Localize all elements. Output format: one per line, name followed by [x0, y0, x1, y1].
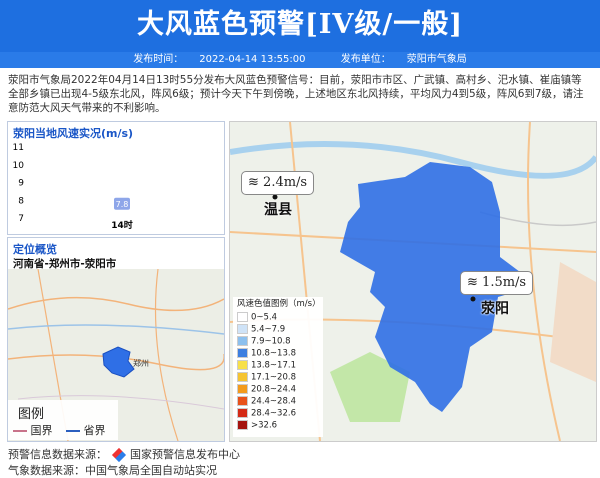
wind-legend-swatch [237, 384, 248, 394]
wind-map[interactable]: ≋ 2.4m/s 温县 ≋ 1.5m/s 荥阳 风速色值图例（m/s） 0~5.… [229, 121, 597, 442]
y-tick-label: 11 [13, 143, 24, 153]
wind-legend-range: 17.1~20.8 [251, 372, 296, 383]
wind-legend-swatch [237, 360, 248, 370]
location-panel: 定位概览 河南省-郑州市-荥阳市 郑州 图例 国界 省界 [7, 237, 225, 442]
wind-speed-chart: 11 10 9 8 7 7.8 14时 [13, 143, 133, 231]
wind-legend-item: 28.4~32.6 [237, 408, 296, 419]
city-label-xingyang: 荥阳 [481, 301, 509, 317]
wind-tag-xingyang[interactable]: ≋ 1.5m/s [460, 271, 534, 295]
footer-source-warning: 预警信息数据来源： 国家预警信息发布中心 [8, 446, 240, 463]
wind-legend-range: 0~5.4 [251, 312, 278, 323]
wind-legend-range: 28.4~32.6 [251, 408, 296, 419]
wind-legend-item: 5.4~7.9 [237, 324, 285, 335]
wind-legend-range: 13.8~17.1 [251, 360, 296, 371]
footer-source-weather: 气象数据来源：中国气象局全国自动站实况 [8, 464, 217, 477]
publish-time: 2022-04-14 13:55:00 [199, 54, 306, 65]
wind-legend-swatch [237, 372, 248, 382]
wind-legend-range: 5.4~7.9 [251, 324, 286, 335]
boundary-legend: 图例 国界 省界 [8, 400, 118, 440]
publish-info-bar: 发布时间： 2022-04-14 13:55:00 发布单位： 荥阳市气象局 [0, 52, 600, 68]
wind-legend-swatch [237, 408, 248, 418]
y-tick-label: 8 [18, 196, 24, 206]
y-tick-label: 9 [18, 179, 24, 189]
wind-legend-range: 10.8~13.8 [251, 348, 296, 359]
legend-provincial-border: 省界 [83, 424, 106, 437]
wind-legend-title: 风速色值图例（m/s） [237, 299, 321, 309]
publish-unit-label: 发布单位： [340, 54, 391, 65]
publish-unit: 荥阳市气象局 [406, 54, 467, 65]
publish-time-label: 发布时间： [133, 54, 184, 65]
x-tick-label: 14时 [111, 219, 133, 231]
wind-legend-swatch [237, 312, 248, 322]
wind-legend-range: 7.9~10.8 [251, 336, 291, 347]
wind-legend-item: 24.4~28.4 [237, 396, 296, 407]
wind-legend-swatch [237, 324, 248, 334]
wind-speed-xingyang: 1.5m/s [482, 275, 527, 290]
wind-legend-swatch [237, 396, 248, 406]
wind-legend-item: 7.9~10.8 [237, 336, 291, 347]
wind-legend-range: 24.4~28.4 [251, 396, 296, 407]
wind-legend-swatch [237, 420, 248, 430]
wind-legend-item: 0~5.4 [237, 312, 277, 323]
city-label-wenxian: 温县 [264, 202, 292, 218]
map-label-zhengzhou: 郑州 [133, 358, 149, 368]
boundary-legend-title: 图例 [18, 407, 45, 422]
wind-tag-wenxian[interactable]: ≋ 2.4m/s [241, 171, 315, 195]
wind-icon: ≋ [467, 275, 478, 290]
warning-source-label: 预警信息数据来源： [8, 448, 107, 461]
wind-legend-range: 20.8~24.4 [251, 384, 296, 395]
wind-legend-swatch [237, 348, 248, 358]
wind-speed-legend: 风速色值图例（m/s） 0~5.4 5.4~7.9 7.9~10.8 10.8~13.… [233, 297, 323, 437]
wind-speed-wenxian: 2.4m/s [263, 175, 308, 190]
wind-legend-item: 17.1~20.8 [237, 372, 296, 383]
legend-national-border: 国界 [30, 424, 53, 437]
wind-speed-panel: 荥阳当地风速实况(m/s) 11 10 9 8 7 7.8 14时 [7, 121, 225, 235]
wind-legend-item: 13.8~17.1 [237, 360, 296, 371]
warning-source-value: 国家预警信息发布中心 [130, 448, 240, 461]
page-title: 大风蓝色预警[IV级/一般] [137, 9, 463, 40]
warning-source-icon [111, 447, 126, 463]
warning-description: 荥阳市气象局2022年04月14日13时55分发布大风蓝色预警信号：目前，荥阳市… [8, 74, 584, 114]
wind-legend-item: 10.8~13.8 [237, 348, 296, 359]
wind-legend-swatch [237, 336, 248, 346]
y-tick-label: 7 [18, 214, 24, 224]
wind-icon: ≋ [248, 175, 259, 190]
wind-legend-range: >32.6 [251, 420, 278, 431]
y-tick-label: 10 [13, 161, 25, 171]
wind-legend-item: >32.6 [237, 420, 277, 431]
wind-bar-value: 7.8 [116, 200, 129, 209]
page-header: 大风蓝色预警[IV级/一般] [0, 0, 600, 52]
wind-legend-item: 20.8~24.4 [237, 384, 296, 395]
location-title: 定位概览 [13, 243, 57, 256]
